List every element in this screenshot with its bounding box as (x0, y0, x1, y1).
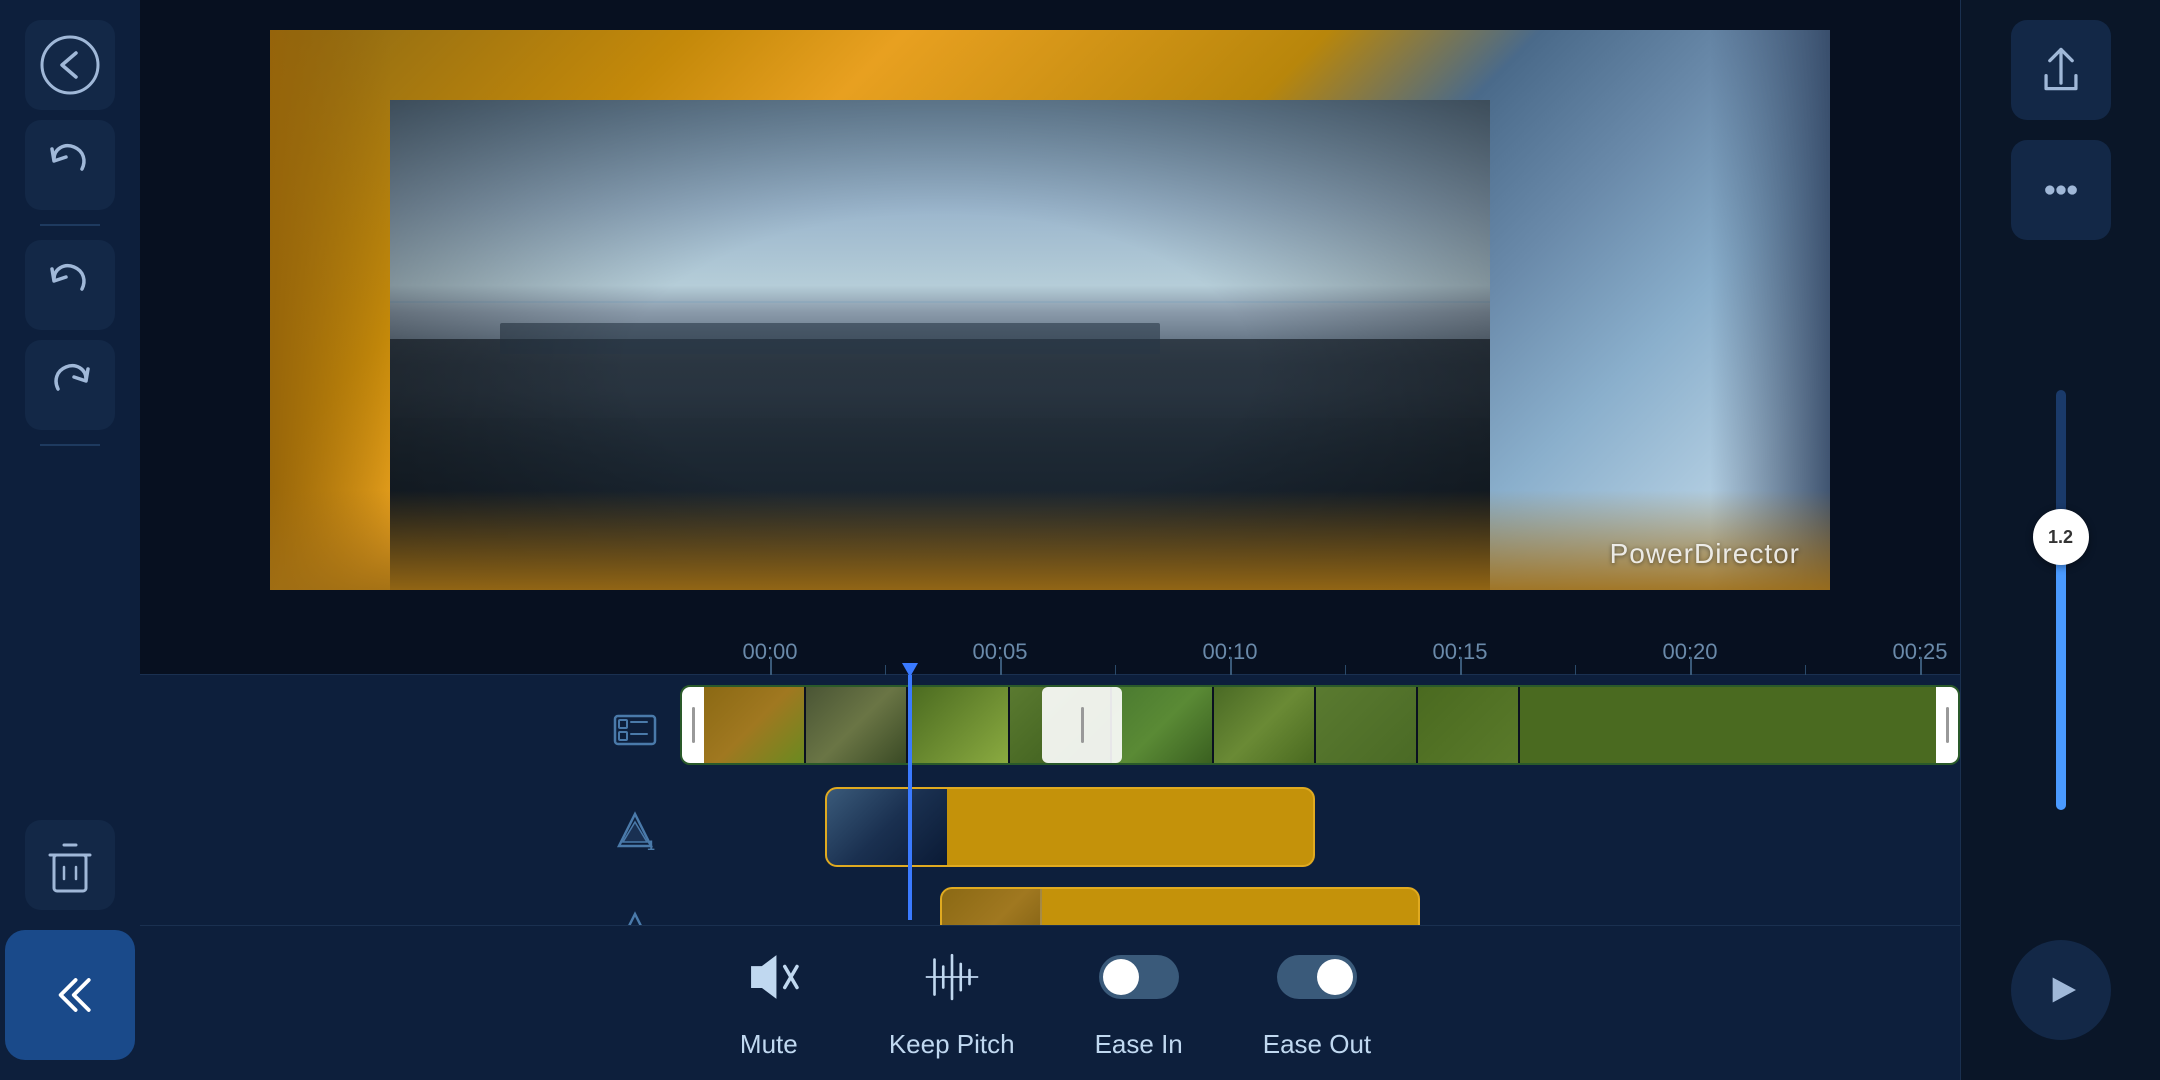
beach-scene (390, 100, 1490, 590)
delete-button[interactable] (25, 820, 115, 910)
overlay-thumb-1 (827, 789, 947, 865)
more-options-button[interactable] (2011, 140, 2111, 240)
volume-value: 1.2 (2048, 527, 2073, 548)
main-track-icon (600, 690, 670, 770)
timeline-ruler: 00:00 00:05 00:10 00:15 00:20 00:25 (140, 620, 1960, 675)
share-button[interactable] (2011, 20, 2111, 120)
video-preview: PowerDirector (140, 0, 1960, 620)
clip-handle-middle[interactable] (1042, 687, 1122, 763)
left-trim-handle[interactable] (682, 687, 704, 763)
main-video-track[interactable] (680, 685, 1960, 765)
volume-fill (2056, 537, 2066, 810)
main-content: PowerDirector 00:00 00:05 00:10 00:15 00… (140, 0, 1960, 1080)
keep-pitch-label: Keep Pitch (889, 1029, 1015, 1060)
undo2-button[interactable] (25, 240, 115, 330)
vignette-right (1710, 30, 1830, 590)
mute-button[interactable]: Mute (729, 937, 809, 1060)
bottom-toolbar: Mute Keep Pitch (140, 925, 1960, 1080)
thumb-8 (1418, 687, 1518, 763)
left-sidebar (0, 0, 140, 1080)
right-trim-handle[interactable] (1936, 687, 1958, 763)
thumb-1 (704, 687, 804, 763)
overlay-content-1 (947, 789, 1313, 865)
volume-container: 1.2 (2056, 280, 2066, 920)
overlay-track-1-row (680, 787, 1960, 877)
volume-knob[interactable]: 1.2 (2033, 509, 2089, 565)
play-button[interactable] (2011, 940, 2111, 1040)
thumb-2 (806, 687, 906, 763)
video-frame: PowerDirector (270, 30, 1830, 590)
mute-label: Mute (740, 1029, 798, 1060)
back-button[interactable] (25, 20, 115, 110)
sidebar-divider-1 (40, 224, 100, 226)
thumb-6 (1214, 687, 1314, 763)
thumb-rest (1520, 687, 1958, 763)
ease-out-icon (1277, 937, 1357, 1017)
inner-video (390, 100, 1490, 590)
ease-in-label: Ease In (1095, 1029, 1183, 1060)
main-video-track-row (680, 685, 1960, 777)
keep-pitch-icon (912, 937, 992, 1017)
svg-text:1: 1 (647, 837, 655, 853)
volume-track[interactable]: 1.2 (2056, 390, 2066, 810)
collapse-panel-button[interactable] (5, 930, 135, 1060)
ruler-container: 00:00 00:05 00:10 00:15 00:20 00:25 (720, 620, 1960, 675)
ease-out-label: Ease Out (1263, 1029, 1371, 1060)
right-panel: 1.2 (1960, 0, 2160, 1080)
thumb-3 (908, 687, 1008, 763)
timeline-area: 00:00 00:05 00:10 00:15 00:20 00:25 (140, 620, 1960, 1080)
thumb-5 (1112, 687, 1212, 763)
overlay-track-1[interactable] (825, 787, 1315, 867)
undo-button[interactable] (25, 120, 115, 210)
ease-in-knob (1103, 959, 1139, 995)
redo-button[interactable] (25, 340, 115, 430)
ease-out-button[interactable]: Ease Out (1263, 937, 1371, 1060)
ease-in-button[interactable]: Ease In (1095, 937, 1183, 1060)
ease-out-knob (1317, 959, 1353, 995)
overlay-track-1-icon: 1 (600, 785, 670, 875)
keep-pitch-button[interactable]: Keep Pitch (889, 937, 1015, 1060)
thumb-7 (1316, 687, 1416, 763)
watermark: PowerDirector (1610, 538, 1800, 570)
mute-icon (729, 937, 809, 1017)
vignette-left (270, 30, 390, 590)
sidebar-divider-2 (40, 444, 100, 446)
ease-in-icon (1099, 937, 1179, 1017)
video-background: PowerDirector (270, 30, 1830, 590)
